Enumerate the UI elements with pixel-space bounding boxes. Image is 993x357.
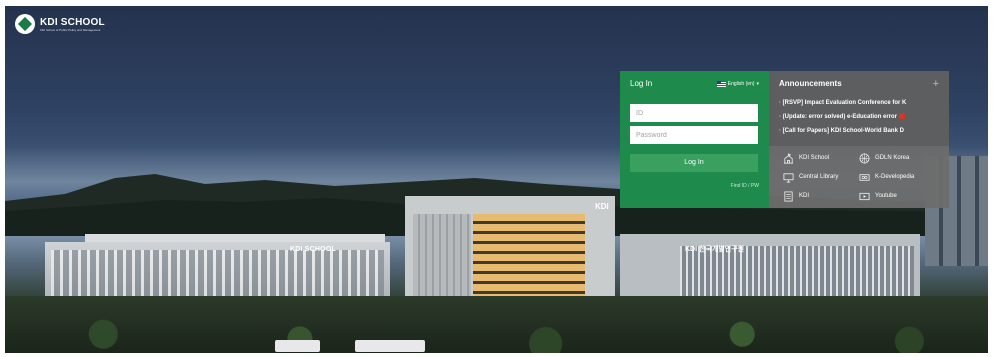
caret-down-icon: ▾ [756, 80, 759, 87]
right-building-sign: KDI 한국개발연구원 [685, 246, 745, 253]
trees [5, 306, 988, 353]
globe-icon [859, 153, 870, 163]
login-title: Log In [630, 79, 653, 88]
announcement-item[interactable]: [Call for Papers] KDI School-World Bank … [779, 124, 939, 138]
announcements-title: Announcements [779, 79, 842, 88]
school-icon [783, 152, 794, 163]
link-k-developedia[interactable]: K-Developedia [859, 171, 935, 183]
language-label: English (en) [727, 80, 755, 87]
left-building-sign: KDI SCHOOL [290, 246, 336, 253]
password-input[interactable] [630, 126, 758, 144]
link-central-library[interactable]: Central Library [783, 171, 859, 183]
center-building [405, 196, 615, 311]
logo-name: KDI SCHOOL [40, 16, 105, 28]
link-kdi[interactable]: KDI [783, 190, 859, 202]
bus [275, 340, 320, 352]
login-button[interactable]: Log In [630, 154, 758, 172]
bus [355, 340, 425, 352]
k-developedia-icon [859, 173, 870, 181]
more-plus-icon[interactable]: + [933, 78, 939, 89]
monitor-icon [783, 172, 794, 182]
announcement-item[interactable]: [RSVP] Impact Evaluation Conference for … [779, 96, 939, 110]
logo-subtitle: KDI School of Public Policy and Manageme… [40, 27, 101, 32]
center-building-sign: KDI [595, 202, 609, 211]
link-kdi-school[interactable]: KDI School [783, 152, 859, 164]
logo-emblem-icon [15, 14, 35, 34]
announcement-item[interactable]: (Update: error solved) e-Education error [779, 110, 939, 124]
announcements-panel: Announcements + [RSVP] Impact Evaluation… [769, 71, 949, 208]
us-flag-icon [716, 80, 726, 87]
language-selector[interactable]: English (en) ▾ [716, 80, 759, 87]
site-logo[interactable]: KDI SCHOOL KDI School of Public Policy a… [15, 14, 105, 34]
find-id-pw-link[interactable]: Find ID / PW [630, 183, 759, 189]
new-badge-icon [899, 113, 906, 120]
document-icon [784, 191, 793, 201]
link-gdln-korea[interactable]: GDLN Korea [859, 152, 935, 164]
link-youtube[interactable]: Youtube [859, 190, 935, 202]
play-icon [859, 192, 870, 200]
login-panel: Log In English (en) ▾ Log In Find ID / P… [620, 71, 769, 208]
id-input[interactable] [630, 104, 758, 122]
